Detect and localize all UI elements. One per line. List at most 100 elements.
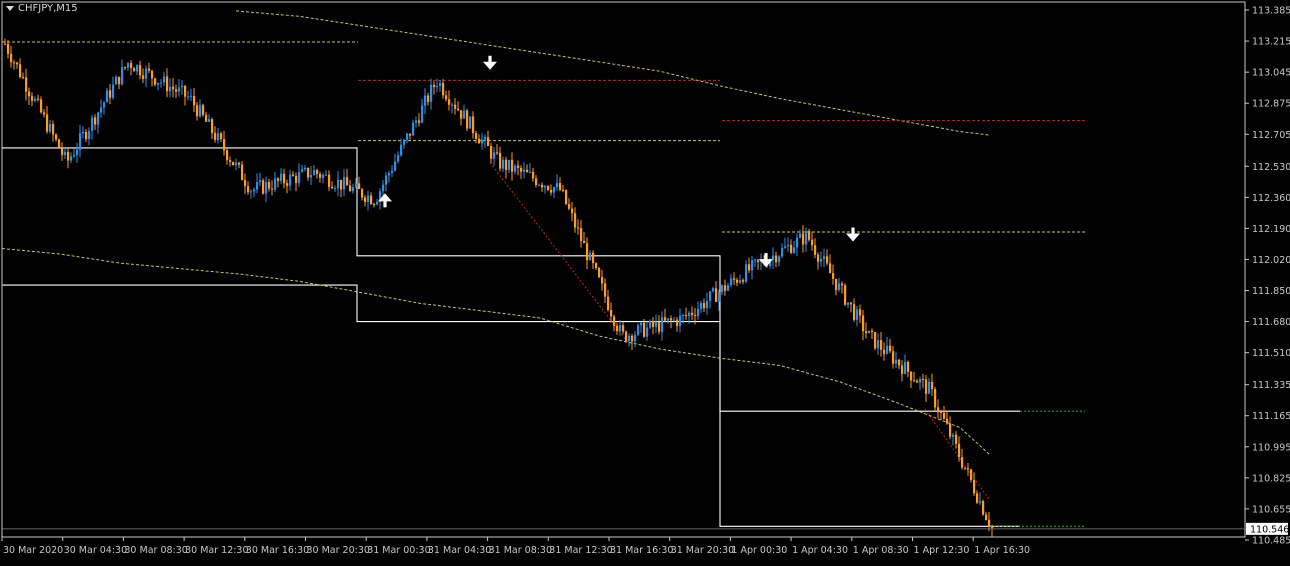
candle-body — [925, 379, 928, 394]
candle-body — [796, 237, 799, 248]
price-label: 112.705 — [1252, 130, 1290, 141]
candle-body — [604, 283, 607, 297]
candle-body — [283, 173, 286, 184]
support-line-lower — [2, 284, 1020, 527]
candle-body — [307, 167, 310, 178]
candle-body — [937, 407, 940, 413]
candle-body — [553, 187, 556, 193]
candle-body — [400, 144, 403, 156]
price-label: 112.875 — [1252, 99, 1290, 110]
price-chart[interactable]: 113.385 113.215 113.045 112.875 112.705 112.5… — [0, 0, 1290, 563]
candle-body — [184, 85, 187, 97]
candle-body — [328, 174, 331, 187]
candle-body — [541, 184, 544, 188]
candle-body — [436, 86, 439, 88]
support-line-upper — [2, 147, 1020, 412]
candle-body — [271, 188, 274, 190]
candle-body — [694, 315, 697, 317]
candle-body — [724, 285, 727, 291]
candle-body — [472, 116, 475, 134]
candle-body — [853, 304, 856, 320]
candle-body — [736, 279, 739, 283]
price-label: 111.510 — [1252, 348, 1290, 359]
candle-body — [316, 170, 319, 174]
candle-body — [634, 334, 637, 342]
candle-body — [898, 359, 901, 366]
candle-body — [847, 302, 850, 305]
candle-body — [466, 110, 469, 129]
candle-body — [751, 260, 754, 271]
candle-body — [364, 197, 367, 202]
candle-body — [334, 188, 337, 190]
candle-body — [655, 321, 658, 327]
candle-body — [577, 227, 580, 229]
candle-body — [973, 479, 976, 494]
candle-body — [232, 161, 235, 166]
candle-body — [427, 95, 430, 102]
candle-body — [460, 110, 463, 119]
time-label: 31 Mar 16:30 — [610, 545, 673, 556]
time-label: 31 Mar 00:30 — [367, 545, 430, 556]
candle-body — [244, 180, 247, 187]
trend-red — [924, 409, 991, 501]
candle-body — [388, 173, 391, 176]
candle-body — [127, 62, 130, 68]
candle-body — [487, 137, 490, 146]
candle-body — [64, 151, 67, 156]
price-label: 113.045 — [1252, 68, 1290, 79]
price-label: 110.485 — [1252, 536, 1290, 547]
candle-body — [193, 95, 196, 106]
candle-body — [559, 183, 562, 190]
candle-body — [595, 263, 598, 269]
candle-body — [700, 303, 703, 309]
time-label: 30 Mar 08:30 — [124, 545, 187, 556]
candle-body — [130, 62, 133, 69]
candle-body — [586, 243, 589, 261]
candle-body — [877, 340, 880, 349]
candle-body — [67, 151, 70, 161]
triangle-down-icon[interactable] — [6, 6, 14, 11]
candle-body — [163, 76, 166, 83]
candle-body — [433, 84, 436, 88]
candle-body — [463, 110, 466, 119]
candle-body — [793, 247, 796, 253]
candle-body — [508, 159, 511, 171]
candle-body — [565, 189, 568, 205]
symbol-label[interactable]: CHFJPY,M15 — [6, 3, 78, 14]
candle-body — [607, 296, 610, 310]
candle-body — [748, 264, 751, 271]
candle-body — [229, 160, 232, 162]
candle-body — [160, 82, 163, 84]
candle-body — [118, 76, 121, 85]
candle-body — [439, 83, 442, 87]
candle-body — [919, 378, 922, 383]
candle-body — [265, 182, 268, 194]
candle-body — [589, 252, 592, 261]
candle-body — [250, 191, 253, 193]
candle-body — [859, 309, 862, 316]
candle-body — [646, 327, 649, 337]
candle-body — [292, 174, 295, 176]
candle-body — [367, 195, 370, 202]
candle-body — [112, 84, 115, 98]
candle-body — [592, 252, 595, 264]
candle-body — [85, 131, 88, 139]
candle-body — [52, 124, 55, 135]
candle-body — [721, 285, 724, 293]
candle-body — [22, 77, 25, 79]
candle-body — [556, 183, 559, 188]
candle-body — [934, 388, 937, 408]
candle-body — [955, 434, 958, 444]
chart-area[interactable]: 113.385 113.215 113.045 112.875 112.705 112.5… — [0, 0, 1290, 563]
candle-body — [499, 152, 502, 169]
candle-body — [865, 331, 868, 334]
candle-body — [142, 75, 145, 79]
candle-body — [253, 189, 256, 192]
candle-body — [121, 67, 124, 85]
candle-body — [124, 67, 127, 69]
candle-body — [970, 469, 973, 480]
candle-body — [154, 78, 157, 85]
candle-body — [391, 170, 394, 174]
candle-body — [274, 178, 277, 190]
candle-body — [526, 169, 529, 173]
